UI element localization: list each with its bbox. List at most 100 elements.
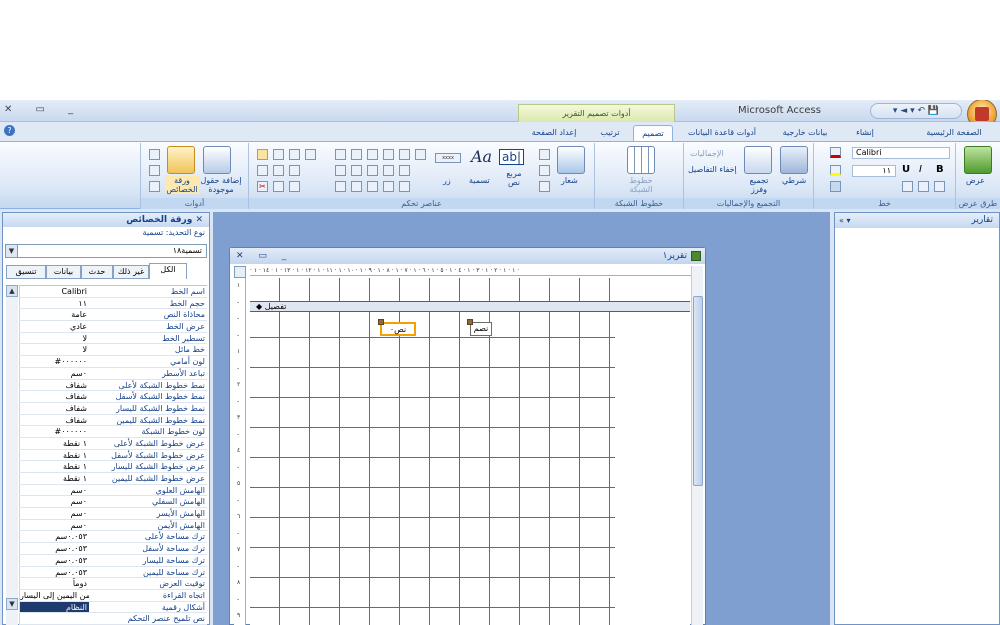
property-value[interactable]: شفاف	[19, 414, 89, 426]
property-row[interactable]: من اليمين إلى اليسار اتجاه القراءة	[19, 589, 207, 602]
property-row[interactable]: ٠سم الهامش السفلي	[19, 496, 207, 509]
toggle-icon[interactable]	[383, 165, 394, 176]
italic-button[interactable]: I	[919, 164, 922, 175]
property-row[interactable]: ٠سم الهامش الأيمن	[19, 519, 207, 532]
underline-button[interactable]: U	[902, 164, 910, 175]
property-value[interactable]: ١١	[19, 297, 89, 309]
list-icon[interactable]	[399, 149, 410, 160]
property-value[interactable]: عامة	[19, 309, 89, 321]
attachment-icon[interactable]	[383, 181, 394, 192]
page-break-icon[interactable]	[351, 181, 362, 192]
property-value[interactable]: من اليمين إلى اليسار	[19, 589, 89, 601]
tab-event[interactable]: حدث	[81, 265, 113, 279]
font-size-box[interactable]: ١١	[852, 165, 896, 177]
property-row[interactable]: لا خط مائل	[19, 344, 207, 357]
property-value[interactable]: Calibri	[19, 286, 89, 297]
property-row[interactable]: ١١ حجم الخط	[19, 297, 207, 310]
chevron-down-icon[interactable]: ▼	[6, 245, 18, 257]
property-value[interactable]: ١ نقطة	[19, 449, 89, 461]
property-row[interactable]: ٠.٠٥٣سم ترك مساحة لأعلى	[19, 531, 207, 544]
logo-label[interactable]: شعار	[561, 176, 578, 185]
property-row[interactable]: ٠.٠٥٣سم ترك مساحة لليسار	[19, 554, 207, 567]
select-report-box[interactable]	[234, 266, 246, 278]
property-row[interactable]: #٠٠٠٠٠٠ لون أمامي	[19, 356, 207, 368]
property-row[interactable]: Calibri اسم الخط	[19, 286, 207, 298]
conditional-icon[interactable]	[780, 146, 808, 174]
property-value[interactable]	[19, 613, 89, 624]
move-handle[interactable]	[378, 319, 384, 325]
report-window-controls[interactable]: ✕ ▭ _	[236, 248, 292, 264]
property-sheet-icon[interactable]	[167, 146, 195, 174]
property-row[interactable]: ٠.٠٥٣سم ترك مساحة لأسفل	[19, 543, 207, 555]
image-icon[interactable]	[415, 149, 426, 160]
logo-icon[interactable]	[557, 146, 585, 174]
hide-details-label[interactable]: إخفاء التفاصيل	[688, 165, 737, 174]
totals-label[interactable]: الإجماليات	[690, 149, 724, 158]
align-icon[interactable]	[830, 181, 841, 192]
conditional-label[interactable]: شرطي	[782, 176, 806, 185]
scroll-down-icon[interactable]: ▼	[6, 598, 18, 610]
radio-icon[interactable]	[367, 181, 378, 192]
property-row[interactable]: عادي عرض الخط	[19, 321, 207, 333]
design-grid[interactable]	[250, 278, 615, 625]
property-value[interactable]: ١ نقطة	[19, 461, 89, 472]
property-value[interactable]: النظام	[19, 601, 89, 613]
label-control[interactable]: نصم	[470, 322, 492, 336]
rectangle-icon[interactable]	[351, 149, 362, 160]
property-value[interactable]: ٠.٠٥٣سم	[19, 554, 89, 566]
detail-section-bar[interactable]: ◆ تفصيل	[250, 301, 690, 312]
scroll-up-icon[interactable]: ▲	[6, 285, 18, 297]
combo-icon[interactable]	[383, 149, 394, 160]
label-label[interactable]: تسمية	[469, 176, 490, 185]
move-handle[interactable]	[467, 319, 473, 325]
gridlines-icon[interactable]	[627, 146, 655, 174]
line-color-icon[interactable]	[289, 149, 300, 160]
tab-external-data[interactable]: بيانات خارجية	[778, 125, 832, 141]
button-label[interactable]: زر	[443, 176, 451, 185]
add-fields-label[interactable]: إضافة حقول موجودة	[199, 176, 243, 194]
report-scrollbar[interactable]	[691, 266, 703, 625]
align-left-icon[interactable]	[934, 181, 945, 192]
view-icon[interactable]	[964, 146, 992, 174]
page-number-icon[interactable]	[539, 149, 550, 160]
property-value[interactable]: ٠سم	[19, 484, 89, 496]
property-row[interactable]: #٠٠٠٠٠٠ لون خطوط الشبكة	[19, 426, 207, 438]
set-control-defaults-icon[interactable]	[273, 149, 284, 160]
scroll-thumb[interactable]	[693, 296, 703, 486]
property-value[interactable]: ٠سم	[19, 496, 89, 508]
tab-arrange[interactable]: ترتيب	[593, 125, 627, 141]
property-row[interactable]: ١ نقطة عرض خطوط الشبكة لأعلى	[19, 437, 207, 450]
tab-format[interactable]: تنسيق	[6, 265, 46, 279]
textbox-icon[interactable]: ab|	[499, 149, 525, 165]
view-button-label[interactable]: عرض	[966, 176, 985, 185]
property-value[interactable]: شفاف	[19, 379, 89, 391]
tab-design[interactable]: تصميم	[633, 125, 673, 141]
code-icon[interactable]	[149, 165, 160, 176]
fill-color-icon[interactable]	[830, 165, 841, 176]
property-row[interactable]: ٠سم الهامش الأيسر	[19, 508, 207, 520]
selected-textbox-control[interactable]: نص٠	[380, 322, 416, 336]
label-icon[interactable]: Aa	[471, 147, 492, 166]
property-sheet-label[interactable]: ورقة الخصائص	[165, 176, 199, 194]
delete-icon[interactable]: ✂	[257, 181, 268, 192]
group-sort-icon[interactable]	[744, 146, 772, 174]
bound-object-icon[interactable]	[335, 181, 346, 192]
help-icon[interactable]: ?	[4, 125, 15, 136]
property-row[interactable]: لا تسطير الخط	[19, 332, 207, 345]
property-value[interactable]: شفاف	[19, 402, 89, 414]
bold-button[interactable]: B	[936, 164, 944, 175]
property-row[interactable]: شفاف نمط خطوط الشبكة لليمين	[19, 414, 207, 427]
tab-order-icon[interactable]	[149, 149, 160, 160]
property-row[interactable]: شفاف نمط خطوط الشبكة لأسفل	[19, 391, 207, 403]
align-center-icon[interactable]	[918, 181, 929, 192]
property-value[interactable]: #٠٠٠٠٠٠	[19, 356, 89, 367]
property-value[interactable]: ٠سم	[19, 519, 89, 531]
property-value[interactable]: عادي	[19, 321, 89, 332]
gridlines-label[interactable]: خطوط الشبكة	[625, 176, 657, 194]
property-value[interactable]: ٠سم	[19, 367, 89, 379]
line-type-icon[interactable]	[289, 165, 300, 176]
special-effect-icon[interactable]	[273, 165, 284, 176]
property-value[interactable]: #٠٠٠٠٠٠	[19, 426, 89, 437]
subform-icon[interactable]	[399, 165, 410, 176]
convert-macros-icon[interactable]	[149, 181, 160, 192]
